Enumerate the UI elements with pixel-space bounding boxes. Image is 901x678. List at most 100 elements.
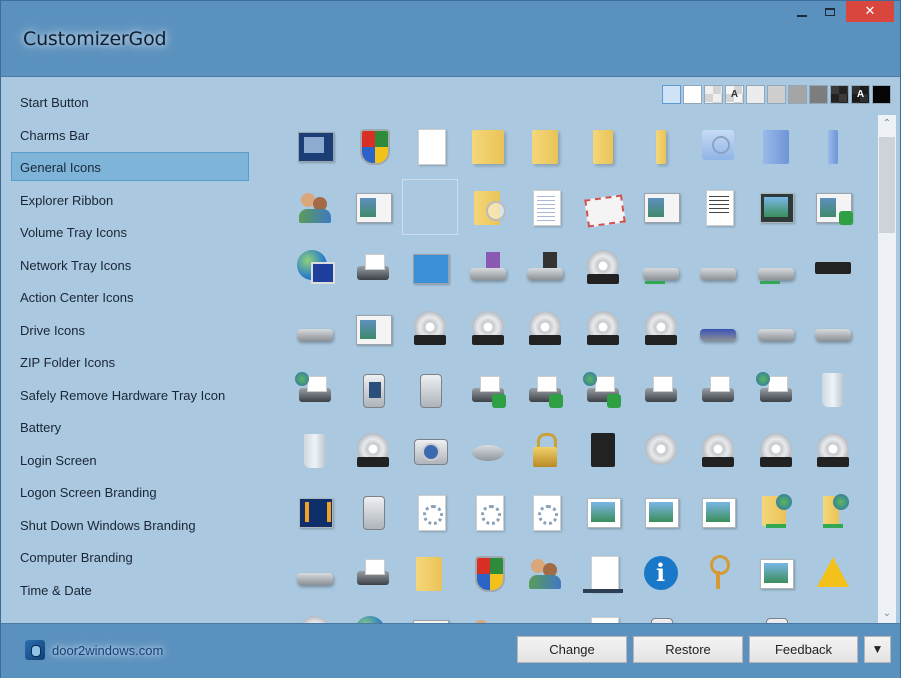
sidebar-item-login-screen[interactable]: Login Screen	[11, 445, 249, 474]
icon-network-printer[interactable]	[287, 362, 343, 418]
scroll-up-button[interactable]: ⌃	[878, 115, 896, 133]
icon-settings-document[interactable]	[402, 484, 458, 540]
icon-network-cable[interactable]	[805, 606, 861, 623]
sidebar-item-computer-branding[interactable]: Computer Branding	[11, 542, 249, 571]
maximize-button[interactable]	[817, 1, 843, 23]
icon-dvd-drive[interactable]	[402, 301, 458, 357]
icon-cd-rw[interactable]	[805, 423, 861, 479]
feedback-button[interactable]: Feedback	[749, 636, 858, 663]
icon-removable-drive[interactable]	[805, 301, 861, 357]
icon-scanner[interactable]	[690, 606, 746, 623]
icon-network-folder[interactable]	[748, 484, 804, 540]
icon-unknown-drive[interactable]	[287, 545, 343, 601]
brand-link[interactable]: door2windows.com	[25, 640, 163, 660]
icon-film-strip[interactable]	[748, 179, 804, 235]
icon-fax-machine[interactable]	[345, 545, 401, 601]
swatch-dark-checker[interactable]	[830, 85, 849, 104]
icon-recycle-bin-empty[interactable]	[805, 362, 861, 418]
icon-cd-r[interactable]	[690, 423, 746, 479]
icon-user-group[interactable]	[460, 606, 516, 623]
minimize-button[interactable]	[789, 1, 815, 23]
icon-puzzle-chess[interactable]	[287, 179, 343, 235]
icon-media-center[interactable]	[287, 484, 343, 540]
icon-blue-folder-thin[interactable]	[805, 118, 861, 174]
icon-shared-printer[interactable]	[345, 240, 401, 296]
sidebar-item-shut-down-windows-branding[interactable]: Shut Down Windows Branding	[11, 510, 249, 539]
close-button[interactable]: ✕	[846, 1, 894, 22]
icon-memory-card[interactable]	[575, 423, 631, 479]
icon-mouse[interactable]	[460, 423, 516, 479]
swatch-light-blue[interactable]	[662, 85, 681, 104]
icon-folder-narrower[interactable]	[575, 118, 631, 174]
icon-blank-document[interactable]	[402, 118, 458, 174]
icon-settings-file[interactable]	[517, 484, 573, 540]
swatch-white[interactable]	[683, 85, 702, 104]
sidebar-item-general-icons[interactable]: General Icons	[11, 152, 249, 181]
sidebar-item-explorer-ribbon[interactable]: Explorer Ribbon	[11, 185, 249, 214]
icon-fax-printer[interactable]	[690, 362, 746, 418]
icon-cd-rom[interactable]	[748, 423, 804, 479]
icon-application-window[interactable]	[345, 179, 401, 235]
icon-information[interactable]: i	[633, 545, 689, 601]
icon-folder[interactable]	[460, 118, 516, 174]
icon-music-sheet[interactable]	[690, 179, 746, 235]
icon-warning[interactable]	[805, 545, 861, 601]
sidebar-item-network-tray-icons[interactable]: Network Tray Icons	[11, 250, 249, 279]
icon-folder-thin[interactable]	[633, 118, 689, 174]
icon-network-drive[interactable]	[748, 240, 804, 296]
icon-dvd-r[interactable]	[460, 301, 516, 357]
swatch-dark-gray[interactable]	[809, 85, 828, 104]
icon-dvd-ram[interactable]	[517, 301, 573, 357]
icon-document-sound[interactable]	[575, 606, 631, 623]
icon-blue-folder[interactable]	[748, 118, 804, 174]
icon-floppy-drive[interactable]	[460, 240, 516, 296]
icon-font-folder[interactable]	[402, 545, 458, 601]
icon-music-cd[interactable]	[287, 606, 343, 623]
icon-mobile-phone[interactable]	[402, 362, 458, 418]
icon-task-list[interactable]	[575, 545, 631, 601]
icon-dvd-disc[interactable]	[345, 423, 401, 479]
icon-camcorder[interactable]	[345, 362, 401, 418]
icon-folder-search[interactable]	[460, 179, 516, 235]
icon-tape-drive[interactable]	[748, 301, 804, 357]
icon-memory-chip[interactable]	[805, 240, 861, 296]
swatch-white-checker[interactable]	[704, 85, 723, 104]
icon-programs-window[interactable]	[287, 118, 343, 174]
icon-dvd-rw[interactable]	[633, 301, 689, 357]
icon-paint-picture[interactable]	[575, 484, 631, 540]
icon-folder-narrow[interactable]	[517, 118, 573, 174]
icon-internet-explorer[interactable]	[345, 606, 401, 623]
icon-floppy-drive-dark[interactable]	[517, 240, 573, 296]
icon-control-panel[interactable]	[402, 240, 458, 296]
swatch-silver[interactable]	[767, 85, 786, 104]
sidebar-item-time-date[interactable]: Time & Date	[11, 575, 249, 604]
icon-red-check[interactable]	[517, 606, 573, 623]
restore-button[interactable]: Restore	[633, 636, 743, 663]
icon-text-document[interactable]	[517, 179, 573, 235]
icon-dvd-rom[interactable]	[575, 301, 631, 357]
sidebar-item-start-button[interactable]: Start Button	[11, 87, 249, 116]
icon-pda[interactable]	[748, 606, 804, 623]
icon-settings-window[interactable]	[460, 484, 516, 540]
sidebar-item-drive-icons[interactable]: Drive Icons	[11, 315, 249, 344]
more-options-button[interactable]: ▼	[864, 636, 891, 663]
icon-grid-scrollbar[interactable]: ⌃ ⌄	[878, 115, 896, 623]
icon-security-shield[interactable]	[345, 118, 401, 174]
sidebar-item-volume-tray-icons[interactable]: Volume Tray Icons	[11, 217, 249, 246]
icon-mail-envelope[interactable]	[575, 179, 631, 235]
swatch-black[interactable]	[872, 85, 891, 104]
icon-picture-window[interactable]	[633, 179, 689, 235]
icon-shared-printer-network[interactable]	[748, 362, 804, 418]
icon-network-globe-computer[interactable]	[287, 240, 343, 296]
icon-search-box[interactable]	[690, 118, 746, 174]
icon-recycle-bin-full[interactable]	[287, 423, 343, 479]
icon-phone-dock[interactable]	[633, 606, 689, 623]
icon-cd-disc[interactable]	[633, 423, 689, 479]
icon-users[interactable]	[517, 545, 573, 601]
icon-windows-drive[interactable]	[345, 301, 401, 357]
icon-padlock[interactable]	[517, 423, 573, 479]
icon-key[interactable]	[690, 545, 746, 601]
icon-printer[interactable]	[633, 362, 689, 418]
icon-fax-printer-check[interactable]	[460, 362, 516, 418]
icon-flower-picture[interactable]	[748, 545, 804, 601]
